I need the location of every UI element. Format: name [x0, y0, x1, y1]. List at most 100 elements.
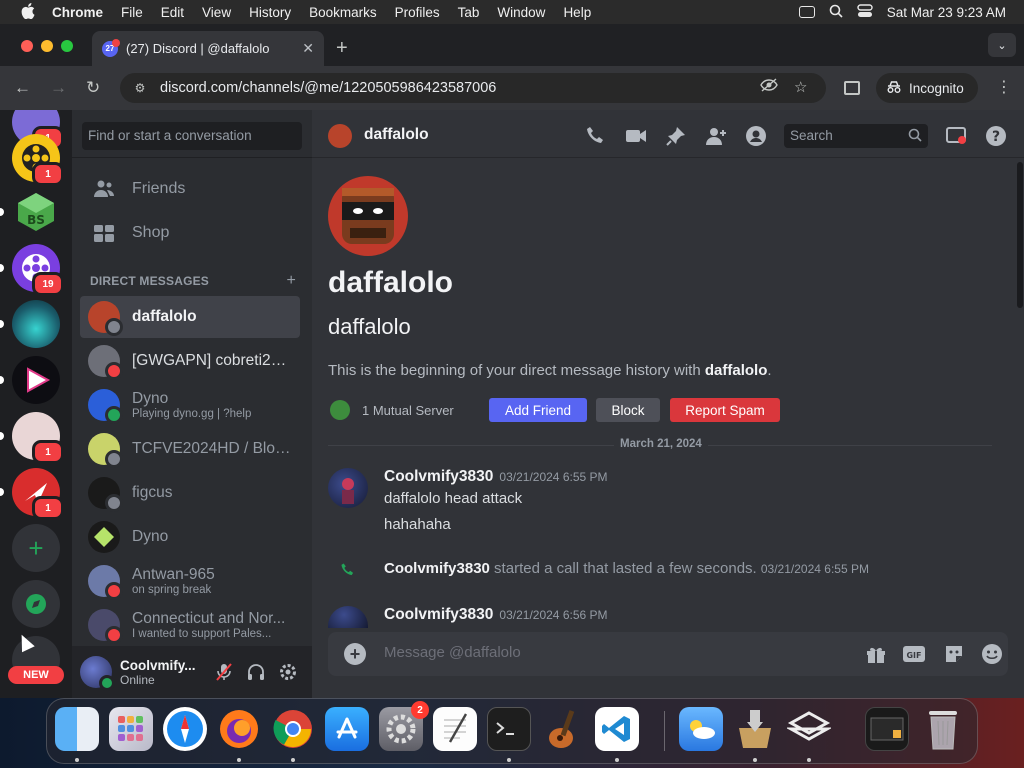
- dm-item-figcus[interactable]: figcus: [80, 472, 300, 514]
- spotlight-icon[interactable]: [829, 4, 843, 21]
- dm-item-dyno-2[interactable]: Dyno: [80, 516, 300, 558]
- menubar-clock[interactable]: Sat Mar 23 9:23 AM: [887, 5, 1006, 20]
- menu-file[interactable]: File: [121, 5, 143, 20]
- server-icon-teal[interactable]: [0, 300, 60, 348]
- block-button[interactable]: Block: [596, 398, 660, 422]
- url-text[interactable]: discord.com/channels/@me/122050598642358…: [160, 80, 496, 96]
- message-author[interactable]: Coolvmify3830: [384, 606, 493, 623]
- emoji-button[interactable]: [980, 642, 1004, 666]
- finder-icon[interactable]: [55, 707, 99, 751]
- mute-mic-button[interactable]: [214, 662, 234, 682]
- nav-shop[interactable]: Shop: [80, 212, 300, 254]
- back-icon[interactable]: ←: [14, 78, 31, 98]
- side-panel-icon[interactable]: [844, 81, 860, 95]
- voice-call-button[interactable]: [584, 124, 608, 148]
- menu-view[interactable]: View: [202, 5, 231, 20]
- minimize-window-icon[interactable]: [41, 40, 53, 52]
- dm-item-antwan-965[interactable]: Antwan-965 on spring break: [80, 560, 300, 602]
- app-store-icon[interactable]: [325, 707, 369, 751]
- chat-scrollbar[interactable]: [1016, 158, 1024, 698]
- address-bar[interactable]: ⚙ discord.com/channels/@me/1220505986423…: [120, 73, 826, 103]
- apple-menu-icon[interactable]: [18, 2, 38, 22]
- message-avatar[interactable]: [328, 606, 368, 628]
- launchpad-icon[interactable]: [109, 707, 153, 751]
- inbox-button[interactable]: [944, 124, 968, 148]
- chat-search-input[interactable]: Search: [784, 124, 928, 148]
- safari-icon[interactable]: [163, 707, 207, 751]
- user-profile-button[interactable]: [744, 124, 768, 148]
- site-info-icon[interactable]: ⚙: [132, 81, 148, 95]
- explore-servers-button[interactable]: [12, 580, 60, 628]
- mutual-servers[interactable]: 1 Mutual Server: [330, 400, 454, 420]
- textedit-icon[interactable]: [433, 707, 477, 751]
- dm-item-daffalolo[interactable]: daffalolo: [80, 296, 300, 338]
- zoom-window-icon[interactable]: [61, 40, 73, 52]
- message-author[interactable]: Coolvmify3830: [384, 468, 493, 485]
- sticker-button[interactable]: [942, 642, 966, 666]
- screen-mirroring-icon[interactable]: [798, 6, 815, 18]
- menu-history[interactable]: History: [249, 5, 291, 20]
- message-input[interactable]: Message @daffalolo: [384, 644, 521, 661]
- server-icon-reel[interactable]: 19: [0, 244, 64, 296]
- close-window-icon[interactable]: [21, 40, 33, 52]
- call-author[interactable]: Coolvmify3830: [384, 560, 490, 577]
- incognito-indicator[interactable]: Incognito: [876, 73, 978, 103]
- menu-edit[interactable]: Edit: [161, 5, 184, 20]
- pinned-messages-button[interactable]: [664, 124, 688, 148]
- menu-help[interactable]: Help: [563, 5, 591, 20]
- video-call-button[interactable]: [624, 124, 648, 148]
- help-button[interactable]: ?: [984, 124, 1008, 148]
- header-username[interactable]: daffalolo: [364, 126, 429, 144]
- add-friends-to-dm-button[interactable]: [704, 124, 728, 148]
- dm-item-connecticut[interactable]: Connecticut and Nor... I wanted to suppo…: [80, 604, 300, 646]
- report-spam-button[interactable]: Report Spam: [670, 398, 780, 422]
- reload-icon[interactable]: ↻: [86, 78, 100, 98]
- message-composer[interactable]: + Message @daffalolo GIF: [328, 632, 1008, 676]
- weather-icon[interactable]: [679, 707, 723, 751]
- tab-search-button[interactable]: ⌄: [988, 33, 1016, 57]
- dm-item-cobreti21[interactable]: [GWGAPN] cobreti21 ...: [80, 340, 300, 382]
- server-icon-red[interactable]: 1: [0, 468, 64, 520]
- gif-button[interactable]: GIF: [902, 642, 926, 666]
- server-icon-anime[interactable]: 1: [0, 412, 64, 464]
- add-friend-button[interactable]: Add Friend: [489, 398, 587, 422]
- user-name[interactable]: Coolvmify...: [120, 658, 196, 673]
- trash-icon[interactable]: [921, 707, 965, 751]
- menu-window[interactable]: Window: [497, 5, 545, 20]
- screenshot-thumbnail-icon[interactable]: [865, 707, 909, 751]
- user-avatar[interactable]: [80, 656, 115, 691]
- server-icon-play[interactable]: [0, 356, 60, 404]
- system-settings-icon[interactable]: 2: [379, 701, 429, 751]
- nav-friends[interactable]: Friends: [80, 168, 300, 210]
- terminal-icon[interactable]: [487, 707, 531, 751]
- dm-item-dyno[interactable]: Dyno Playing dyno.gg | ?help: [80, 384, 300, 426]
- chrome-icon[interactable]: [271, 707, 315, 751]
- new-tab-button[interactable]: +: [336, 37, 348, 60]
- browser-tab-discord[interactable]: 27 (27) Discord | @daffalolo ✕: [92, 31, 324, 66]
- control-center-icon[interactable]: [856, 3, 873, 21]
- menu-bookmarks[interactable]: Bookmarks: [309, 5, 377, 20]
- garageband-icon[interactable]: [541, 707, 585, 751]
- gift-button[interactable]: [864, 642, 888, 666]
- dm-item-tcfve2024hd[interactable]: TCFVE2024HD / Bloq...: [80, 428, 300, 470]
- create-dm-button[interactable]: +: [286, 272, 296, 290]
- deafen-button[interactable]: [246, 662, 266, 682]
- vscode-icon[interactable]: [595, 707, 639, 751]
- menu-app-name[interactable]: Chrome: [52, 5, 103, 20]
- forward-icon[interactable]: →: [50, 78, 67, 98]
- firefox-icon[interactable]: [217, 707, 261, 751]
- installer-icon[interactable]: [733, 707, 777, 751]
- attach-plus-button[interactable]: +: [344, 643, 366, 665]
- menu-tab[interactable]: Tab: [458, 5, 480, 20]
- bookmark-star-icon[interactable]: ☆: [794, 78, 807, 96]
- server-icon-film[interactable]: 1: [12, 134, 64, 186]
- tracking-protection-icon[interactable]: [760, 78, 778, 96]
- server-icon-cube[interactable]: BS: [0, 188, 60, 236]
- user-settings-button[interactable]: [278, 662, 298, 682]
- close-tab-icon[interactable]: ✕: [302, 40, 314, 57]
- add-server-button[interactable]: +: [12, 524, 60, 572]
- dm-search-input[interactable]: Find or start a conversation: [82, 122, 302, 150]
- cube-app-icon[interactable]: [787, 707, 831, 751]
- scrollbar-thumb[interactable]: [1017, 162, 1023, 308]
- menu-profiles[interactable]: Profiles: [395, 5, 440, 20]
